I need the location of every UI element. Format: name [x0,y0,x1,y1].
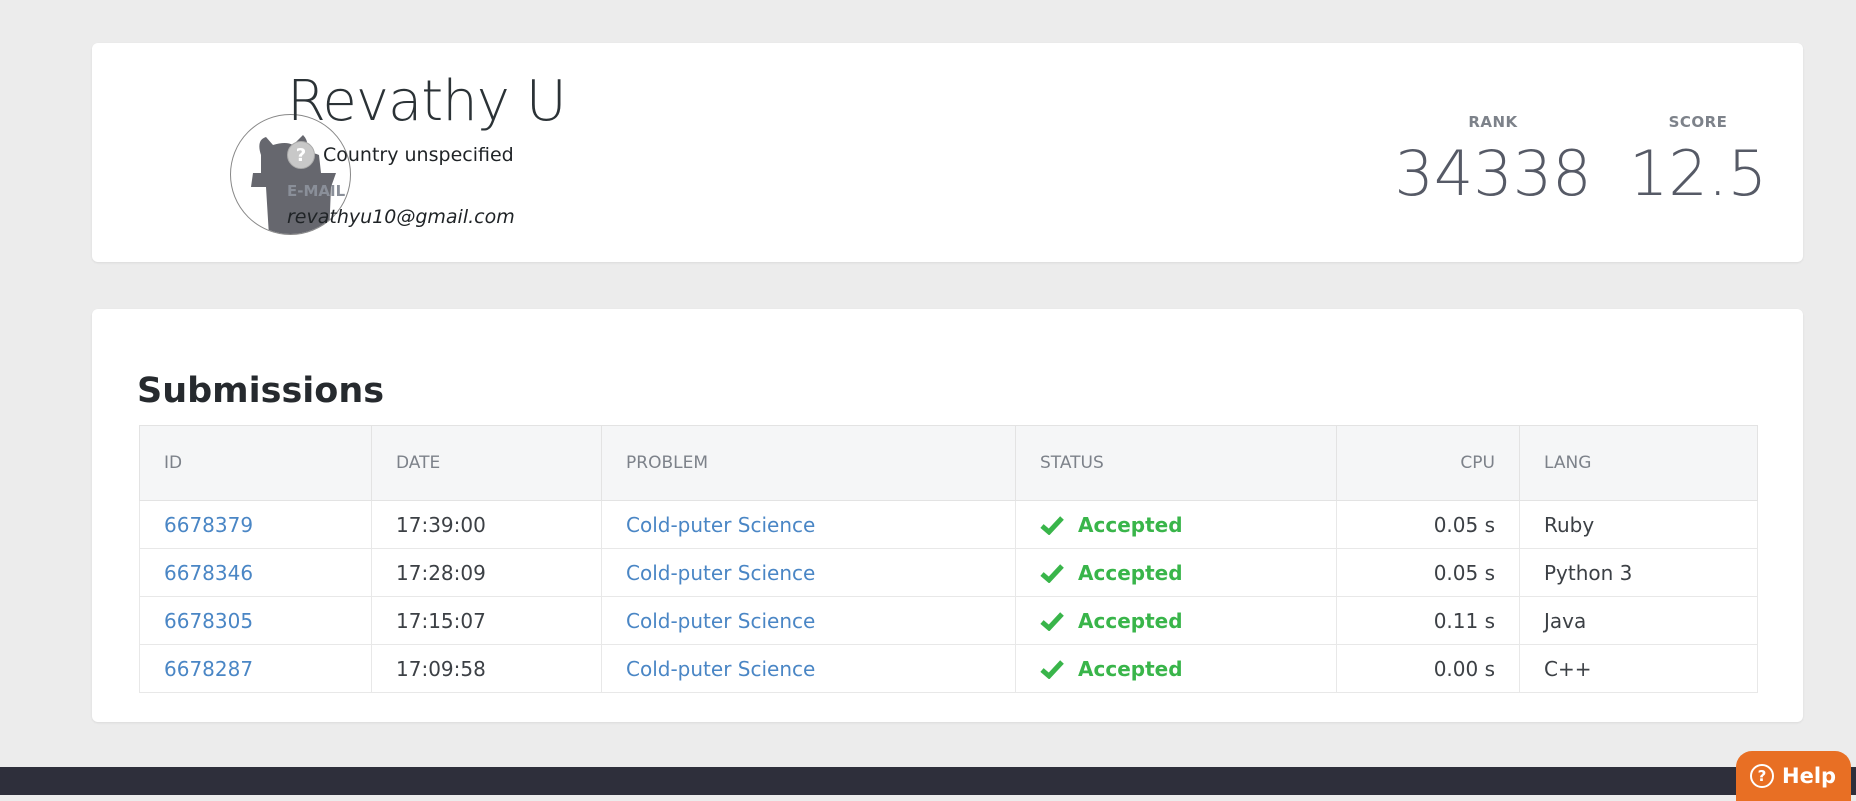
email-label: E-MAIL [287,182,346,200]
footer [0,767,1856,795]
col-date: DATE [371,425,602,501]
score-stat: SCORE 12.5 [1598,113,1798,210]
rank-value: 34338 [1394,137,1592,210]
cell-id: 6678346 [139,548,372,597]
user-name: Revathy U [287,69,567,134]
status-badge: Accepted [1040,513,1312,537]
submission-id-link[interactable]: 6678287 [164,657,253,681]
submission-id-link[interactable]: 6678305 [164,609,253,633]
cell-problem: Cold-puter Science [601,644,1016,693]
cell-lang: Ruby [1519,500,1758,549]
rank-label: RANK [1468,113,1518,131]
cell-date: 17:15:07 [371,596,602,645]
cell-date: 17:28:09 [371,548,602,597]
cell-status: Accepted [1015,500,1337,549]
status-badge: Accepted [1040,657,1312,681]
table-row: 6678346 17:28:09 Cold-puter Science Acce… [139,548,1758,597]
cell-date: 17:09:58 [371,644,602,693]
help-label: Help [1782,764,1837,788]
col-status: STATUS [1015,425,1337,501]
cell-id: 6678305 [139,596,372,645]
status-label: Accepted [1078,608,1183,633]
help-icon: ? [1750,764,1774,788]
unknown-flag-icon: ? [287,141,315,169]
cell-problem: Cold-puter Science [601,500,1016,549]
table-row: 6678305 17:15:07 Cold-puter Science Acce… [139,596,1758,645]
submissions-card: Submissions ID DATE PROBLEM STATUS CPU L… [92,309,1803,722]
help-button[interactable]: ? Help [1736,751,1851,801]
status-label: Accepted [1078,512,1183,537]
country: ? Country unspecified [287,141,514,169]
checkmark-icon [1040,563,1064,583]
status-badge: Accepted [1040,561,1312,585]
checkmark-icon [1040,659,1064,679]
cell-status: Accepted [1015,596,1337,645]
cell-cpu: 0.11 s [1336,596,1520,645]
score-label: SCORE [1668,113,1728,131]
email-value: revathyu10@gmail.com [287,206,515,228]
cell-cpu: 0.00 s [1336,644,1520,693]
cell-date: 17:39:00 [371,500,602,549]
profile-card: Revathy U ? Country unspecified E-MAIL r… [92,43,1803,262]
country-label: Country unspecified [323,144,514,166]
status-label: Accepted [1078,656,1183,681]
submissions-title: Submissions [137,371,385,411]
col-problem: PROBLEM [601,425,1016,501]
cell-status: Accepted [1015,548,1337,597]
problem-link[interactable]: Cold-puter Science [626,657,815,681]
submission-id-link[interactable]: 6678379 [164,513,253,537]
cell-id: 6678287 [139,644,372,693]
cell-status: Accepted [1015,644,1337,693]
checkmark-icon [1040,515,1064,535]
table-header: ID DATE PROBLEM STATUS CPU LANG [139,425,1758,501]
submission-id-link[interactable]: 6678346 [164,561,253,585]
submissions-table: ID DATE PROBLEM STATUS CPU LANG 6678379 … [139,425,1758,693]
status-label: Accepted [1078,560,1183,585]
cell-cpu: 0.05 s [1336,548,1520,597]
cell-problem: Cold-puter Science [601,596,1016,645]
table-row: 6678379 17:39:00 Cold-puter Science Acce… [139,500,1758,549]
table-row: 6678287 17:09:58 Cold-puter Science Acce… [139,644,1758,693]
col-lang: LANG [1519,425,1758,501]
status-badge: Accepted [1040,609,1312,633]
problem-link[interactable]: Cold-puter Science [626,609,815,633]
cell-problem: Cold-puter Science [601,548,1016,597]
rank-stat: RANK 34338 [1393,113,1593,210]
col-id: ID [139,425,372,501]
cell-id: 6678379 [139,500,372,549]
cell-lang: Python 3 [1519,548,1758,597]
cell-cpu: 0.05 s [1336,500,1520,549]
cell-lang: Java [1519,596,1758,645]
problem-link[interactable]: Cold-puter Science [626,513,815,537]
problem-link[interactable]: Cold-puter Science [626,561,815,585]
score-value: 12.5 [1628,137,1768,210]
cell-lang: C++ [1519,644,1758,693]
checkmark-icon [1040,611,1064,631]
col-cpu: CPU [1336,425,1520,501]
